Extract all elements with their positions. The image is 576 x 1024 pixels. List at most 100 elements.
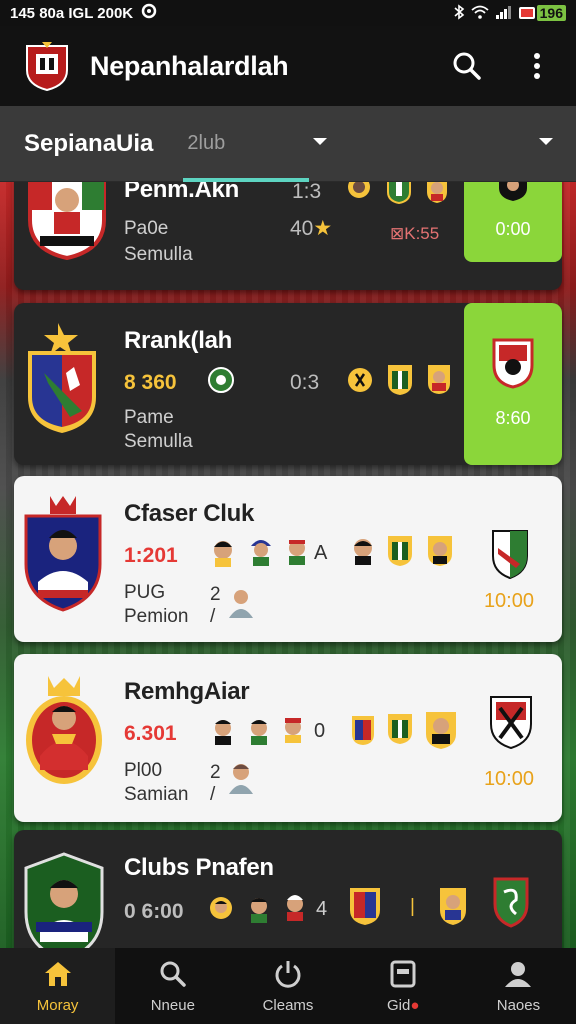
power-icon [272, 959, 304, 989]
opponent-crest-icon [491, 337, 535, 394]
status-time: 145 80a IGL 200K [10, 4, 134, 22]
user-avatar-icon [226, 760, 253, 794]
team-sub-label: Pl00 [124, 760, 163, 781]
team-badge-icon [22, 674, 120, 795]
team-sub-label: Semulla [124, 244, 193, 265]
nav-label: Nneue [150, 996, 195, 1014]
nav-label: Cleams [262, 996, 314, 1014]
nav-item-search[interactable]: Nneue [115, 948, 230, 1024]
battery-indicator: 196 [518, 5, 566, 21]
signal-icon [141, 3, 157, 23]
divider-bar: | [410, 896, 415, 917]
search-button[interactable] [450, 49, 484, 83]
team-sub-label: Semulla [124, 431, 193, 452]
match-time[interactable]: 10:00 [484, 590, 534, 613]
team-card[interactable]: Rrank(lah 8 360 Pame Semulla 0:3 8:60 [14, 303, 562, 465]
player-avatar-icon [284, 536, 310, 566]
team-card[interactable]: Cfaser Cluk 1:201 A PUG Pemion 2/ 10:00 [14, 476, 562, 642]
team-score: 1:201 [124, 544, 178, 567]
team-score: 8 360 [124, 371, 177, 394]
search-icon [157, 959, 189, 989]
team-card[interactable]: Penm.Akn Pa0e Semulla 1:3 40★ ⊠K:55 0:00 [14, 182, 562, 290]
team-name: RemhgAiar [124, 678, 250, 705]
battery-percent: 196 [536, 5, 566, 21]
club-crest-icon [346, 365, 372, 395]
club-crest-icon [348, 886, 382, 925]
opponent-crest-icon [492, 876, 530, 928]
player-avatar-icon [426, 534, 452, 566]
player-avatar-icon [282, 892, 308, 922]
team-sub-label: Pame [124, 407, 174, 428]
match-score: 1:3 [292, 182, 322, 203]
opponent-crest-icon [490, 528, 530, 580]
tab-primary[interactable]: SepianaUia [24, 130, 153, 158]
player-avatar-icon [246, 894, 272, 924]
more-options-button[interactable] [520, 49, 554, 83]
match-time: 0:00 [495, 219, 531, 239]
player-avatar-icon [246, 716, 272, 746]
club-crest-icon [386, 534, 412, 566]
team-sub-label: PUG [124, 582, 166, 603]
nav-item-calendar[interactable]: Gid● [346, 948, 461, 1024]
nav-item-profile[interactable]: Naoes [461, 948, 576, 1024]
filter-bar: SepianaUia 2lub [0, 106, 576, 182]
notification-dot-icon: ● [410, 996, 420, 1014]
club-crest-icon [386, 182, 412, 205]
player-avatar-icon [248, 536, 274, 566]
team-badge-icon [22, 182, 120, 265]
chevron-down-icon[interactable] [312, 134, 328, 152]
team-sub-label: Pa0e [124, 218, 169, 239]
team-badge-icon [22, 852, 120, 948]
match-count: 4 [316, 898, 328, 920]
nav-label: Naoes [496, 996, 541, 1014]
star-icon: ★ [313, 217, 333, 240]
match-time[interactable]: 10:00 [484, 768, 534, 791]
player-avatar-icon [346, 182, 372, 204]
search-icon [453, 52, 481, 80]
more-vert-icon [534, 53, 540, 79]
club-crest-icon [386, 712, 412, 744]
player-avatar-icon [280, 714, 306, 744]
player-avatar-icon [350, 536, 376, 566]
nav-item-power[interactable]: Cleams [230, 948, 345, 1024]
bottom-nav: Moray Nneue Cleams Gid● Naoes [0, 948, 576, 1024]
match-time-button[interactable]: 0:00 [464, 182, 562, 262]
wifi-icon [471, 5, 489, 22]
battery-icon [518, 7, 535, 19]
match-score: 0:3 [290, 371, 320, 394]
match-count: 2/ [210, 584, 221, 627]
card-icon: ⊠ [390, 224, 405, 243]
nav-item-home[interactable]: Moray [0, 948, 116, 1024]
opponent-crest-icon [488, 694, 534, 750]
chevron-down-icon[interactable] [538, 134, 554, 152]
tab-underline [183, 177, 310, 182]
player-avatar-icon [208, 894, 234, 924]
team-sub-label: Samian [124, 784, 189, 805]
team-list: Penm.Akn Pa0e Semulla 1:3 40★ ⊠K:55 0:00 [0, 182, 576, 948]
team-name: Cfaser Cluk [124, 500, 255, 527]
match-letter: 0 [314, 720, 326, 742]
team-sub-label: Pemion [124, 606, 189, 627]
team-score: 0 6:00 [124, 900, 184, 923]
home-icon [42, 959, 74, 989]
team-card[interactable]: RemhgAiar 6.301 0 Pl00 Samian 2/ 10:00 [14, 654, 562, 822]
profile-icon [502, 959, 534, 989]
tab-secondary[interactable]: 2lub [183, 106, 313, 182]
nav-label: Gid● [387, 996, 420, 1014]
player-avatar-icon [438, 886, 468, 925]
team-badge-icon [22, 494, 120, 619]
club-crest-icon [386, 363, 412, 395]
player-avatar-icon [210, 716, 236, 746]
status-bar: 145 80a IGL 200K 196 [0, 0, 576, 26]
team-name: Clubs Pnafen [124, 854, 274, 881]
opponent-crest-icon [496, 182, 530, 207]
cell-signal-icon [495, 5, 513, 22]
match-time: 8:60 [495, 408, 531, 428]
match-time-button[interactable]: 8:60 [464, 303, 562, 465]
match-extra: ⊠K:55 [390, 224, 440, 243]
app-bar: Nepanhalardlah [0, 26, 576, 106]
club-logo-icon [22, 40, 72, 92]
nav-label: Moray [36, 996, 79, 1014]
team-card[interactable]: Clubs Pnafen 0 6:00 4 | [14, 830, 562, 948]
match-points: 40★ [290, 217, 333, 240]
